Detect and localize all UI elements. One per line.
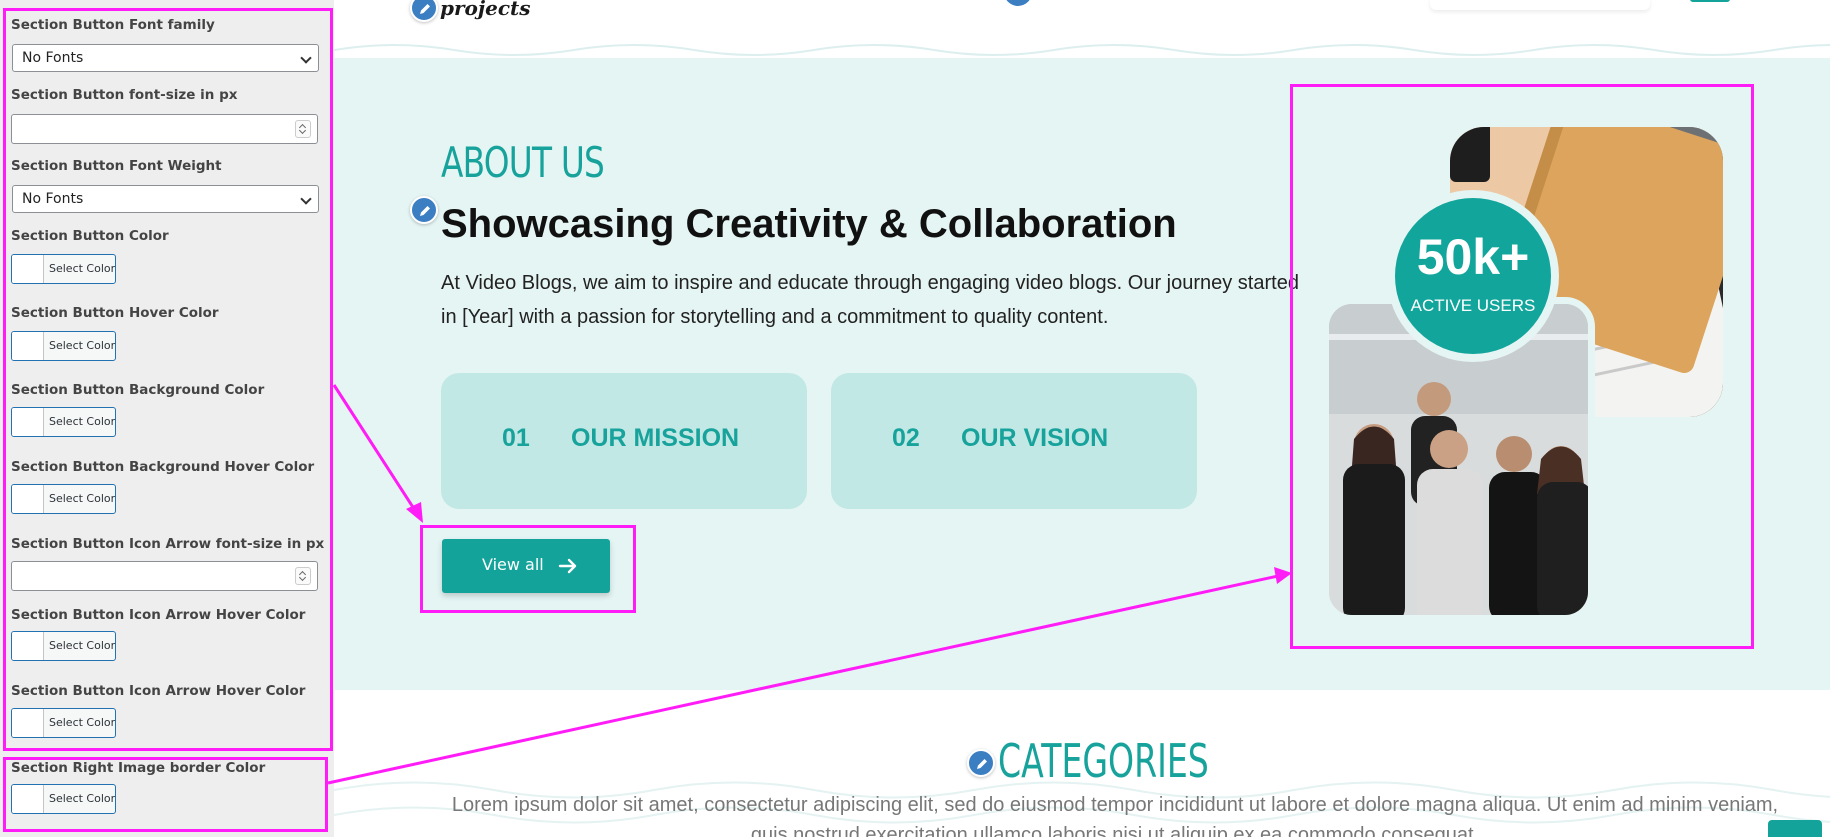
about-title: Showcasing Creativity & Collaboration <box>441 202 1177 246</box>
site-logo-text[interactable]: projects <box>440 0 531 20</box>
color-swatch <box>12 485 44 513</box>
font-weight-select[interactable]: No Fonts <box>12 185 319 213</box>
select-color-text: Select Color <box>49 339 116 352</box>
select-color-text: Select Color <box>49 262 116 275</box>
card-label: OUR VISION <box>961 424 1109 452</box>
icon-size-stepper[interactable] <box>295 567 311 585</box>
select-color-text: Select Color <box>49 716 116 729</box>
button-bg-hover-color-picker[interactable]: Select Color <box>11 484 116 514</box>
categories-title: CATEGORIES <box>998 734 1209 788</box>
button-bg-hover-color-label: Section Button Background Hover Color <box>11 459 315 475</box>
select-color-text: Select Color <box>49 639 116 652</box>
button-hover-color-label: Section Button Hover Color <box>11 305 219 321</box>
icon-hover-color-picker[interactable]: Select Color <box>11 631 116 661</box>
font-family-value: No Fonts <box>22 50 84 66</box>
page: Section Button Font family No Fonts Sect… <box>0 0 1830 837</box>
customizer-panel: Section Button Font family No Fonts Sect… <box>0 0 334 837</box>
header-search-input[interactable] <box>1430 0 1650 10</box>
card-label: OUR MISSION <box>571 424 740 452</box>
right-image-border-color-picker[interactable]: Select Color <box>11 784 116 814</box>
arrow-right-icon <box>558 558 577 574</box>
icon-size-input[interactable] <box>11 561 318 591</box>
font-size-label: Section Button font-size in px <box>11 87 238 103</box>
select-color-text: Select Color <box>49 792 116 805</box>
icon-hover-color2-label: Section Button Icon Arrow Hover Color <box>11 683 306 699</box>
font-family-label: Section Button Font family <box>11 17 215 33</box>
scroll-top-button[interactable] <box>1768 820 1822 837</box>
font-size-stepper[interactable] <box>295 120 311 138</box>
chevron-down-icon <box>300 52 312 64</box>
color-swatch <box>12 709 44 737</box>
header-button[interactable] <box>1690 0 1730 2</box>
color-swatch <box>12 408 44 436</box>
font-family-select[interactable]: No Fonts <box>12 44 319 72</box>
font-weight-value: No Fonts <box>22 191 84 207</box>
view-all-label: View all <box>482 555 544 574</box>
select-color-text: Select Color <box>49 415 116 428</box>
icon-hover-color-label: Section Button Icon Arrow Hover Color <box>11 607 306 623</box>
vision-card[interactable]: 02 OUR VISION <box>831 373 1197 509</box>
view-all-button[interactable]: View all <box>442 539 610 593</box>
font-size-input[interactable] <box>11 114 318 144</box>
pencil-icon[interactable] <box>410 196 438 224</box>
font-weight-label: Section Button Font Weight <box>11 158 222 174</box>
right-image-border-label: Section Right Image border Color <box>11 760 266 776</box>
button-color-picker[interactable]: Select Color <box>11 254 116 284</box>
color-swatch <box>12 785 44 813</box>
about-kicker: ABOUT US <box>441 138 605 187</box>
color-swatch <box>12 632 44 660</box>
button-bg-color-label: Section Button Background Color <box>11 382 265 398</box>
icon-hover-color2-picker[interactable]: Select Color <box>11 708 116 738</box>
color-swatch <box>12 332 44 360</box>
about-description: At Video Blogs, we aim to inspire and ed… <box>441 272 1299 328</box>
badge-label: ACTIVE USERS <box>1410 296 1536 315</box>
button-bg-color-picker[interactable]: Select Color <box>11 407 116 437</box>
card-number: 01 <box>502 424 530 452</box>
header-wave-decoration <box>334 44 1830 56</box>
button-color-label: Section Button Color <box>11 228 169 244</box>
mission-card[interactable]: 01 OUR MISSION <box>441 373 807 509</box>
categories-description: Lorem ipsum dolor sit amet, consectetur … <box>451 794 1779 837</box>
active-users-badge: 50k+ ACTIVE USERS <box>1395 198 1551 354</box>
chevron-down-icon <box>300 193 312 205</box>
card-number: 02 <box>892 424 920 452</box>
color-swatch <box>12 255 44 283</box>
select-color-text: Select Color <box>49 492 116 505</box>
badge-value: 50k+ <box>1416 229 1530 285</box>
pencil-icon[interactable] <box>967 749 995 777</box>
icon-size-label: Section Button Icon Arrow font-size in p… <box>11 536 325 552</box>
button-hover-color-picker[interactable]: Select Color <box>11 331 116 361</box>
